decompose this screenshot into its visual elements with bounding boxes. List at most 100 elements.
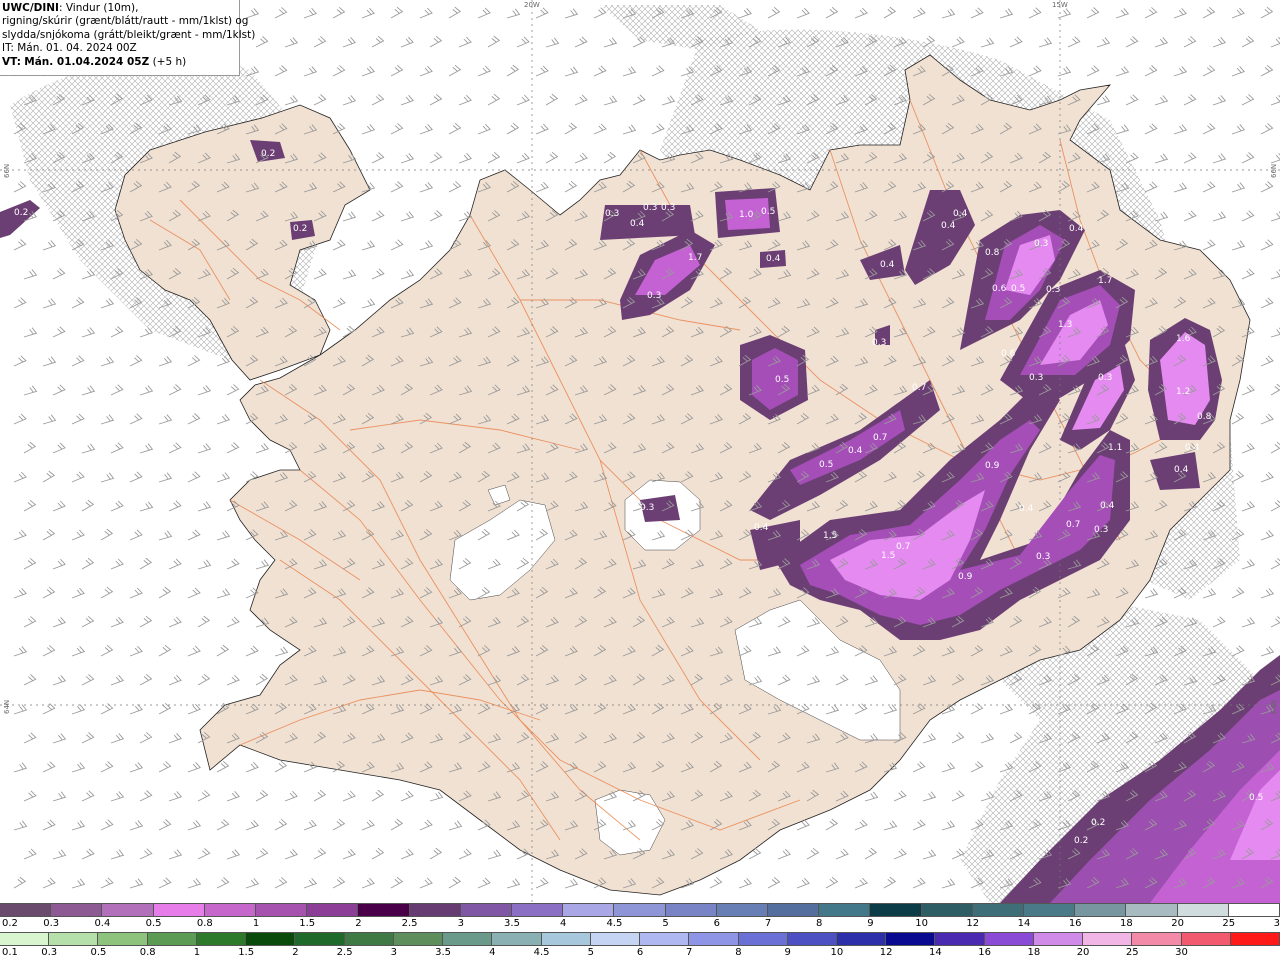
colorbar-swatch: [689, 933, 739, 945]
colorbar-swatch: [984, 933, 1034, 945]
rain-colorbar: [0, 932, 1280, 946]
precip-value-label: 0.4: [1069, 224, 1084, 234]
weather-map: 0.2 0.2 0.2 0.3 0.3 0.3 0.4 1.7 0.3 1.0 0.5 0.4 0.4 0…: [0, 0, 1280, 903]
colorbar-swatch: [307, 904, 359, 916]
colorbar-swatch: [1230, 933, 1280, 945]
precip-value-label: 0.3: [872, 338, 886, 348]
colorbar-swatch: [102, 904, 154, 916]
colorbar-tick-label: 3: [390, 947, 398, 958]
colorbar-swatch: [541, 933, 591, 945]
precip-value-label: 0.3: [661, 203, 675, 213]
colorbar-swatch: [935, 933, 985, 945]
precip-value-label: 0.2: [293, 224, 307, 234]
snow-colorbar: [0, 903, 1280, 917]
precip-value-label: 1.2: [1176, 387, 1190, 397]
colorbar-swatch: [1033, 933, 1084, 945]
precip-value-label: 0.9: [985, 461, 1000, 471]
colorbar-swatch: [358, 904, 410, 916]
precip-value-label: 0.5: [775, 375, 789, 385]
colorbar-tick-label: 2: [292, 947, 299, 958]
colorbar-tick-label: 3.5: [504, 918, 520, 929]
colorbar-tick-label: 14: [1017, 918, 1031, 929]
colorbar-tick-label: 9: [784, 947, 791, 958]
colorbar-tick-label: 20: [1076, 947, 1090, 958]
colorbar-swatch: [153, 904, 205, 916]
colorbar-tick-label: 3.5: [435, 947, 452, 958]
colorbar-tick-label: 30: [1273, 918, 1280, 929]
valid-time-label: VT:: [2, 55, 21, 68]
precip-value-label: 0.3: [605, 209, 619, 219]
precip-value-label: 0.4: [630, 219, 645, 229]
precip-value-label: 1.7: [1098, 276, 1112, 286]
colorbar-swatch: [51, 904, 103, 916]
colorbar-tick-label: 18: [1027, 947, 1041, 958]
precip-value-label: 0.6: [1001, 349, 1016, 359]
colorbar-swatch: [460, 904, 513, 916]
colorbar-tick-label: 0.5: [90, 947, 107, 958]
precip-value-label: 1.5: [881, 551, 895, 561]
colorbar-tick-label: 16: [978, 947, 991, 958]
lead-time: (+5 h): [149, 55, 187, 68]
precip-value-label: 0.4: [766, 254, 781, 264]
colorbar-swatch: [614, 904, 666, 916]
colorbar-tick-label: 10: [915, 918, 928, 929]
precip-value-label: 1.3: [1058, 320, 1072, 330]
colorbar-swatch: [0, 933, 50, 945]
rain-colorbar-ticks: 0.1 0.3 0.5 0.8 1 1.5 2 2.5 3 3.5 4 4.5 5 6 7 8 9 10 12 14 1…: [0, 947, 1280, 959]
colorbar-swatch: [492, 933, 542, 945]
valid-time-value: Mán. 01.04.2024 05Z: [24, 55, 150, 68]
precip-value-label: 0.4: [880, 260, 895, 270]
precip-value-label: 0.8: [985, 248, 1000, 258]
colorbar-swatch: [1075, 904, 1127, 916]
colorbar-swatch: [1126, 904, 1178, 916]
title-rest: : Vindur (10m),: [58, 2, 139, 14]
precip-value-label: 0.7: [873, 433, 887, 443]
colorbar-swatch: [246, 933, 296, 945]
colorbar-swatch: [1228, 904, 1280, 916]
precip-value-label: 0.5: [819, 460, 833, 470]
precip-value-label: 0.3: [1034, 239, 1048, 249]
colorbar-tick-label: 5: [587, 947, 594, 958]
precip-value-label: 0.4: [754, 523, 769, 533]
initial-time: IT: Mán. 01. 04. 2024 00Z: [2, 42, 137, 55]
colorbar-tick-label: 25: [1125, 947, 1139, 958]
colorbar-tick-label: 1: [252, 918, 260, 929]
colorbar-swatch: [0, 904, 52, 916]
colorbar-tick-label: 30: [1175, 947, 1188, 958]
colorbar-tick-label: 2.5: [401, 918, 418, 929]
precip-value-label: 0.9: [958, 572, 973, 582]
colorbar-swatch: [344, 933, 394, 945]
colorbar-tick-label: 4: [560, 918, 567, 929]
colorbar-swatch: [716, 904, 769, 916]
colorbar-swatch: [738, 933, 788, 945]
colorbar-tick-label: 0.5: [145, 918, 162, 929]
map-info-box: UWC/DINI: Vindur (10m), rigning/skúrir (…: [0, 0, 255, 76]
colorbar-tick-label: 4.5: [533, 947, 550, 958]
colorbar-tick-label: 0.3: [43, 918, 60, 929]
precip-value-label: 0.5: [1011, 284, 1025, 294]
colorbar-tick-label: 7: [764, 918, 772, 929]
precip-value-label: 0.3: [1094, 525, 1108, 535]
colorbar-swatch: [98, 933, 148, 945]
precip-value-label: 0.5: [761, 207, 775, 217]
precip-value-label: 0.5: [1249, 793, 1263, 803]
colorbar-swatch: [295, 933, 345, 945]
precip-value-label: 1.0: [739, 210, 754, 220]
precip-value-label: 0.4: [1019, 504, 1034, 514]
precip-value-label: 0.2: [14, 208, 28, 218]
colorbar-legend: 0.2 0.3 0.4 0.5 0.8 1 1.5 2 2.5 3 3.5 4 4.5 5 6 7 8 9 10 12…: [0, 903, 1280, 960]
colorbar-tick-label: 1: [193, 947, 201, 958]
colorbar-swatch: [196, 933, 247, 945]
precip-value-label: 0.4: [1174, 465, 1189, 475]
precip-value-label: 0.3: [1098, 373, 1112, 383]
precip-value-label: 0.4: [848, 446, 863, 456]
precip-value-label: 0.2: [1091, 818, 1105, 828]
colorbar-swatch: [1177, 904, 1229, 916]
colorbar-tick-label: 25: [1222, 918, 1236, 929]
colorbar-swatch: [787, 933, 837, 945]
map-canvas: 0.2 0.2 0.2 0.3 0.3 0.3 0.4 1.7 0.3 1.0 0.5 0.4 0.4 0…: [0, 0, 1280, 903]
colorbar-tick-label: 6: [636, 947, 644, 958]
precip-value-label: 0.4: [941, 221, 956, 231]
rain-description: rigning/skúrir (grænt/blátt/rautt - mm/1…: [2, 15, 249, 28]
model-name: UWC/DINI: [2, 2, 59, 14]
